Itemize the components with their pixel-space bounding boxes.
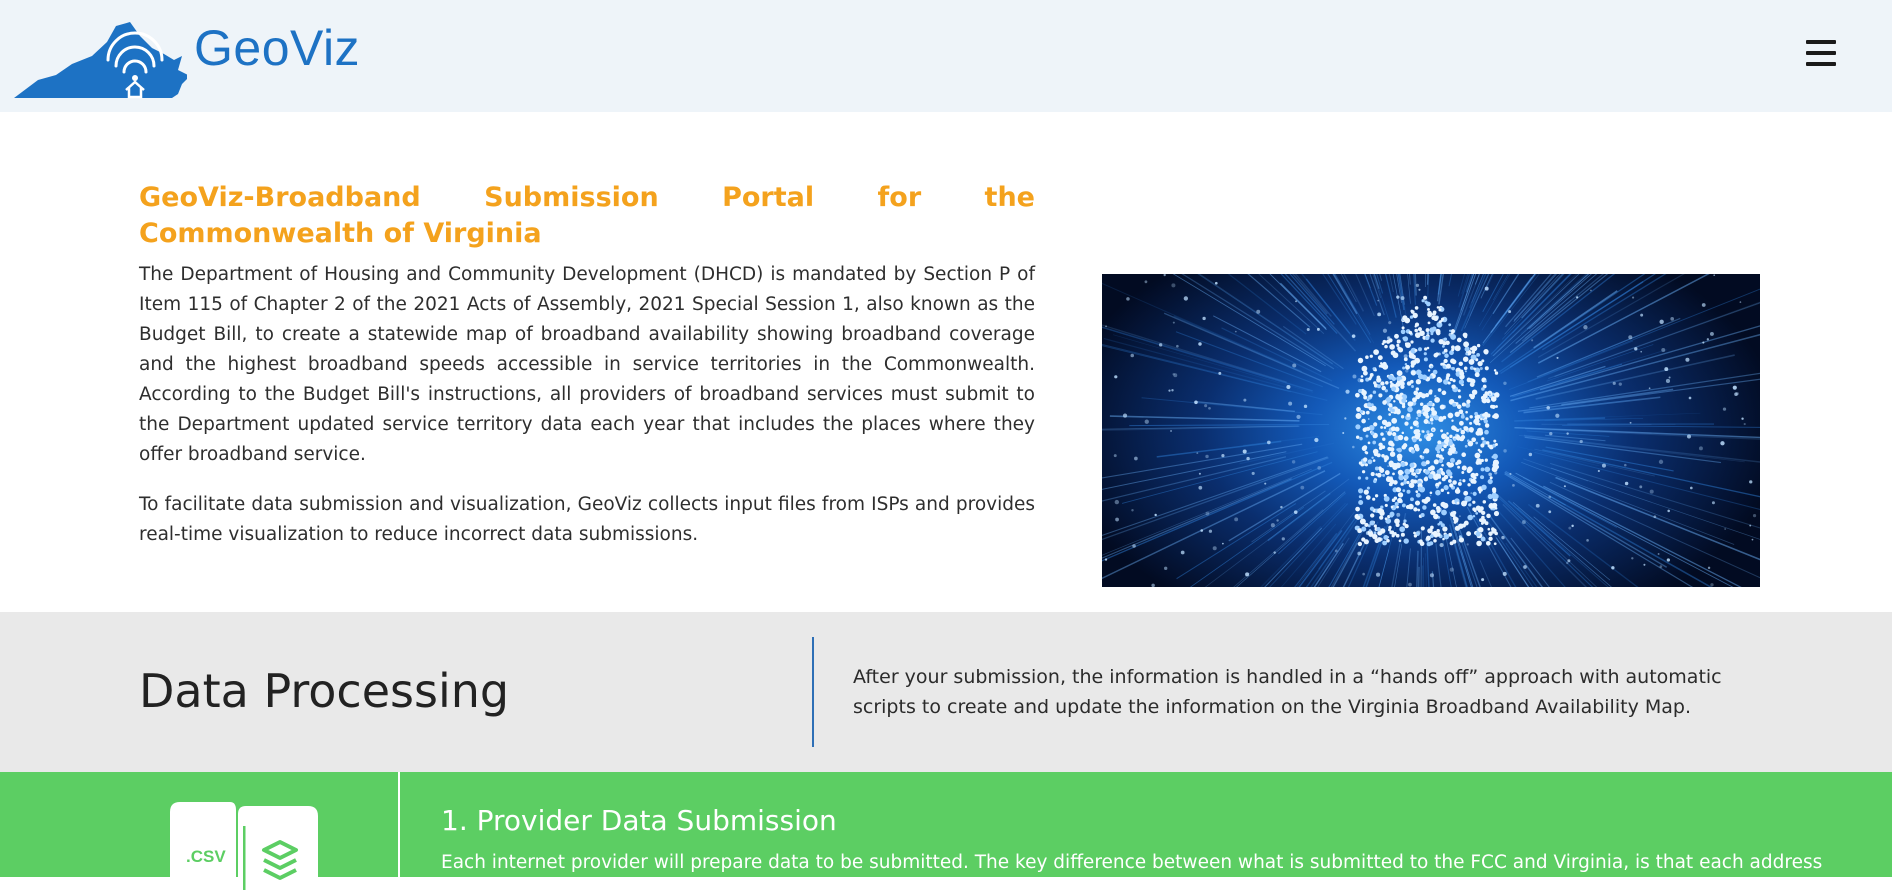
intro-paragraph-2: To facilitate data submission and visual…: [139, 490, 1035, 550]
step-divider: [398, 772, 400, 877]
intro-paragraph-1: The Department of Housing and Community …: [139, 260, 1035, 470]
data-processing-section: Data Processing After your submission, t…: [0, 612, 1892, 772]
hamburger-menu-icon[interactable]: [1806, 40, 1836, 66]
virginia-wifi-home-logo[interactable]: [12, 20, 187, 100]
data-processing-text: After your submission, the information i…: [853, 662, 1753, 722]
site-header: GeoViz: [0, 0, 1892, 112]
intro-section: GeoViz-Broadband Submission Portal for t…: [139, 180, 1035, 550]
step-section: .CSV 1. Provider Data Submission Each in…: [0, 772, 1892, 877]
data-processing-title: Data Processing: [139, 664, 509, 718]
brand-name[interactable]: GeoViz: [194, 19, 360, 77]
page-title: GeoViz-Broadband Submission Portal for t…: [139, 180, 1035, 252]
divider: [812, 637, 814, 747]
fiber-house-image: [1102, 274, 1760, 587]
step-title: 1. Provider Data Submission: [441, 804, 837, 837]
step-text: Each internet provider will prepare data…: [441, 848, 1861, 878]
csv-label: .CSV: [186, 847, 226, 866]
